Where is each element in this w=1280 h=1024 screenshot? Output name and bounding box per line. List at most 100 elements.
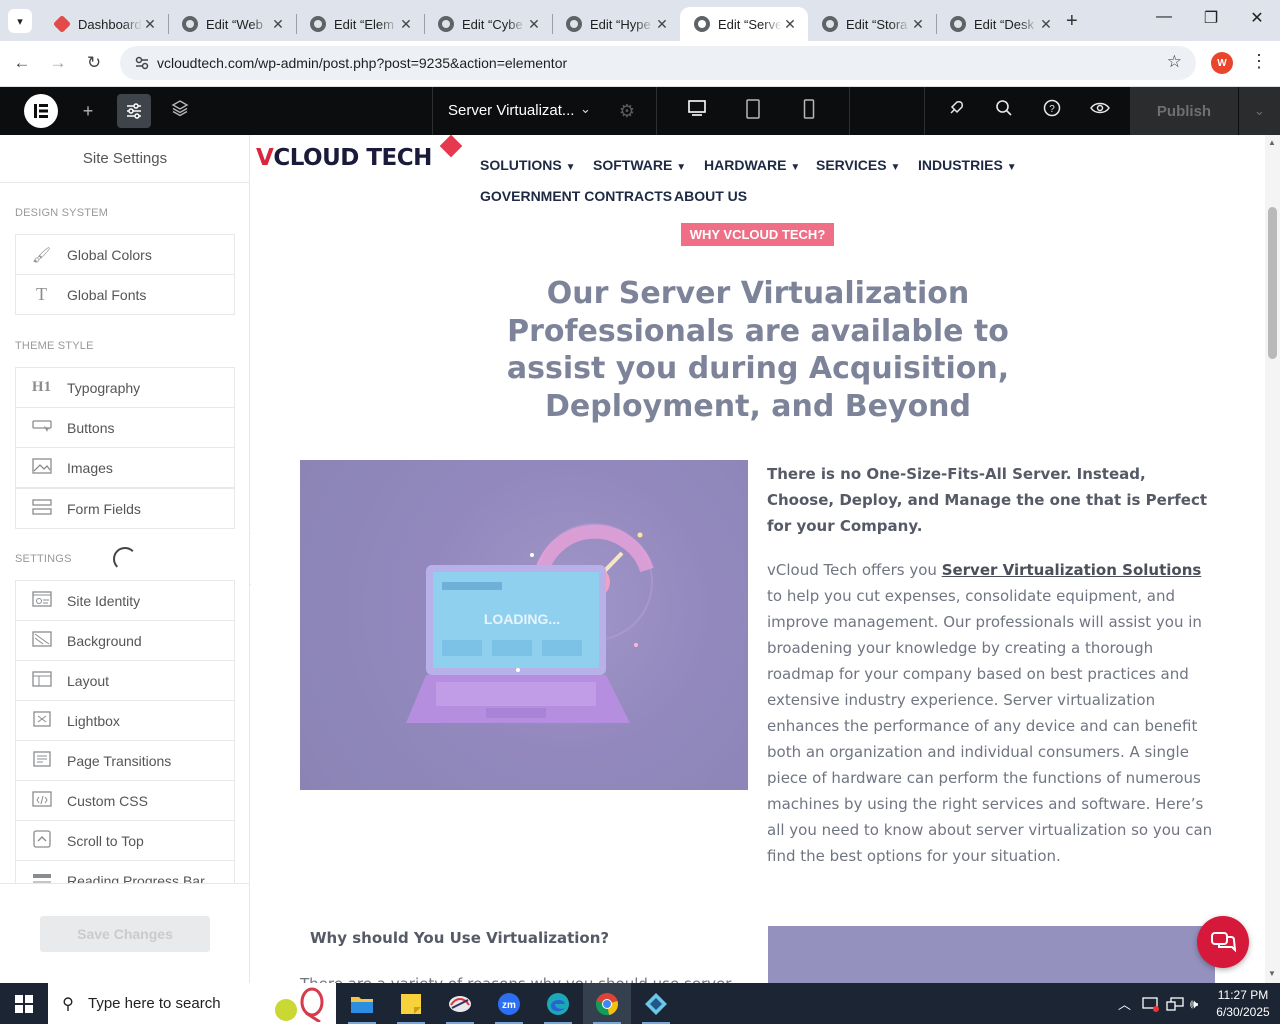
minimize-button[interactable]: — (1141, 8, 1187, 26)
settings-item-buttons[interactable]: Buttons (15, 407, 235, 448)
tab-close-icon[interactable]: ✕ (654, 16, 670, 33)
publish-options-button[interactable]: ⌄ (1239, 87, 1280, 135)
settings-item-typography[interactable]: H1 Typography (15, 367, 235, 408)
site-info-icon[interactable] (134, 55, 150, 71)
site-settings-button[interactable] (117, 94, 151, 128)
tab-close-icon[interactable]: ✕ (270, 16, 286, 33)
settings-item-global-fonts[interactable]: T Global Fonts (15, 274, 235, 315)
address-bar[interactable]: vcloudtech.com/wp-admin/post.php?post=92… (120, 46, 1196, 80)
settings-item-images[interactable]: Images (15, 447, 235, 488)
tab-close-icon[interactable]: ✕ (910, 16, 926, 33)
settings-item-scroll-to-top[interactable]: Scroll to Top (15, 820, 235, 861)
show-hidden-icons[interactable]: ︿ (1118, 983, 1131, 1024)
bookmark-star-icon[interactable]: ☆ (1167, 52, 1182, 72)
tab-close-icon[interactable]: ✕ (1038, 16, 1054, 33)
settings-item-form-fields[interactable]: Form Fields (15, 488, 235, 529)
settings-item-label: Scroll to Top (67, 832, 144, 849)
nav-services[interactable]: SERVICES ▼ (816, 157, 900, 173)
help-icon: ? (1043, 99, 1061, 117)
dashboard-favicon-icon (52, 14, 72, 34)
reload-button[interactable]: ↻ (82, 53, 106, 73)
browser-tab[interactable]: Edit “Stora ✕ (808, 7, 936, 41)
restore-button[interactable]: ❐ (1188, 8, 1234, 28)
settings-item-label: Global Colors (67, 246, 152, 263)
browser-tab[interactable]: Edit “Web ✕ (168, 7, 296, 41)
nav-about-us[interactable]: ABOUT US (674, 188, 747, 204)
nav-software[interactable]: SOFTWARE ▼ (593, 157, 686, 173)
page-headline: Our Server Virtualization Professionals … (506, 276, 1010, 424)
site-logo[interactable]: VCLOUD TECH (256, 145, 432, 171)
settings-item-custom-css[interactable]: Custom CSS (15, 780, 235, 821)
tab-close-icon[interactable]: ✕ (398, 16, 414, 33)
browser-tab[interactable]: Edit “Serve ✕ (680, 7, 808, 41)
document-title[interactable]: Server Virtualizat... (448, 102, 574, 119)
server-virtualization-link[interactable]: Server Virtualization Solutions (942, 561, 1202, 579)
browser-menu-icon[interactable]: ⋮ (1250, 51, 1268, 72)
search-icon: ⚲ (62, 995, 74, 1013)
tablet-view-button[interactable] (741, 99, 765, 123)
elementor-logo-button[interactable] (24, 94, 58, 128)
mobile-view-button[interactable] (797, 99, 821, 123)
taskbar-sticky-notes[interactable] (387, 983, 435, 1024)
taskbar-zoom[interactable]: zm (485, 983, 533, 1024)
settings-item-site-identity[interactable]: Site Identity (15, 580, 235, 621)
why-badge: WHY VCLOUD TECH? (681, 223, 834, 246)
settings-item-background[interactable]: Background (15, 620, 235, 661)
browser-tab[interactable]: Edit “Desk ✕ (936, 7, 1064, 41)
taskbar-app-diamond[interactable] (632, 983, 680, 1024)
tray-app-icon[interactable] (1142, 983, 1160, 1024)
scroll-thumb[interactable] (1268, 207, 1277, 359)
new-tab-button[interactable]: + (1066, 10, 1078, 33)
taskbar-search-placeholder[interactable]: Type here to search (88, 995, 221, 1012)
preview-button[interactable] (1088, 99, 1112, 123)
browser-tab[interactable]: Edit “Cybe ✕ (424, 7, 552, 41)
plus-icon: + (82, 101, 94, 121)
tab-close-icon[interactable]: ✕ (782, 16, 798, 33)
settings-item-layout[interactable]: Layout (15, 660, 235, 701)
back-button[interactable]: ← (10, 53, 34, 73)
page-settings-button[interactable]: ⚙ (615, 99, 639, 123)
tab-close-icon[interactable]: ✕ (142, 16, 158, 33)
settings-item-global-colors[interactable]: 🖌 Global Colors (15, 234, 235, 275)
publish-button[interactable]: Publish (1130, 87, 1238, 135)
browser-tab[interactable]: Dashboard ✕ (40, 7, 168, 41)
tab-separator (552, 14, 553, 34)
scroll-up-icon[interactable]: ▲ (1268, 138, 1276, 147)
profile-avatar[interactable]: W (1211, 52, 1233, 74)
save-changes-button[interactable]: Save Changes (40, 916, 210, 952)
scroll-down-icon[interactable]: ▼ (1268, 969, 1276, 978)
forward-button[interactable]: → (46, 53, 70, 73)
canvas-scrollbar[interactable]: ▲ ▼ (1265, 135, 1280, 983)
taskbar-chrome[interactable] (583, 983, 631, 1024)
system-clock[interactable]: 11:27 PM 6/30/2025 (1210, 987, 1276, 1021)
close-window-button[interactable]: ✕ (1234, 8, 1280, 28)
tab-close-icon[interactable]: ✕ (526, 16, 542, 33)
taskbar-search[interactable]: ⚲ Type here to search (48, 983, 336, 1024)
chat-widget-button[interactable] (1197, 916, 1249, 968)
nav-government-contracts[interactable]: GOVERNMENT CONTRACTS (480, 188, 672, 204)
taskbar-app-globe[interactable] (436, 983, 484, 1024)
finder-button[interactable] (992, 99, 1016, 123)
help-button[interactable]: ? (1040, 99, 1064, 123)
taskbar-edge[interactable] (534, 983, 582, 1024)
add-element-button[interactable]: + (76, 99, 100, 123)
taskbar-file-explorer[interactable] (338, 983, 386, 1024)
start-button[interactable] (0, 983, 48, 1024)
browser-tab[interactable]: Edit “Elem ✕ (296, 7, 424, 41)
browser-tab[interactable]: Edit “Hype ✕ (552, 7, 680, 41)
nav-industries[interactable]: INDUSTRIES ▼ (918, 157, 1017, 173)
notes-button[interactable] (944, 99, 968, 123)
settings-item-page-transitions[interactable]: Page Transitions (15, 740, 235, 781)
network-icon[interactable] (1166, 983, 1184, 1024)
nav-solutions[interactable]: SOLUTIONS ▼ (480, 157, 575, 173)
eye-icon (1090, 102, 1110, 114)
desktop-view-button[interactable] (685, 99, 709, 123)
nav-hardware[interactable]: HARDWARE ▼ (704, 157, 800, 173)
tab-search-button[interactable]: ▾ (8, 9, 32, 33)
volume-icon[interactable]: 🕪 (1190, 983, 1198, 1024)
settings-item-lightbox[interactable]: Lightbox (15, 700, 235, 741)
url-text[interactable]: vcloudtech.com/wp-admin/post.php?post=92… (157, 55, 567, 71)
chat-icon (1211, 932, 1236, 953)
chevron-down-icon[interactable]: ⌄ (580, 101, 591, 117)
structure-button[interactable] (168, 99, 192, 123)
